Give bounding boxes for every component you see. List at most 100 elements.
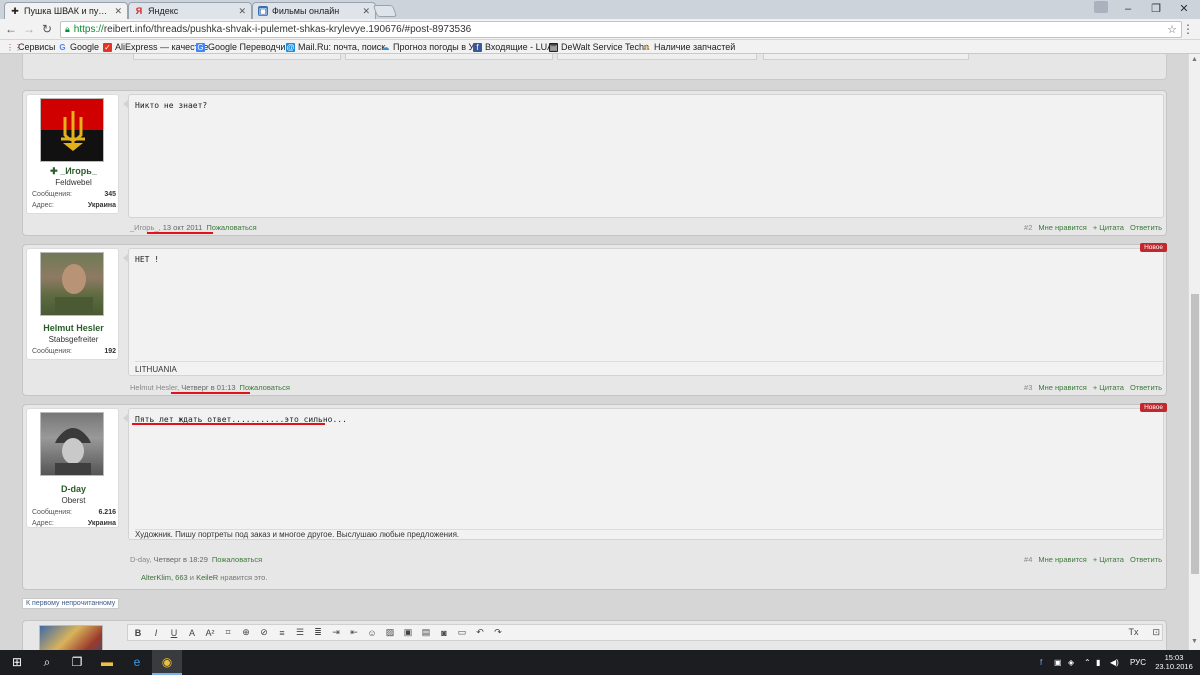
bookmark-google[interactable]: G Google bbox=[58, 41, 99, 53]
bookmark-apps[interactable]: ⋮⋮ Сервисы bbox=[6, 41, 55, 53]
task-view-icon[interactable]: ❐ bbox=[62, 650, 92, 675]
scrollbar-thumb[interactable] bbox=[1191, 294, 1199, 574]
volume-icon[interactable]: ◀) bbox=[1110, 650, 1119, 675]
close-icon[interactable]: ✕ bbox=[114, 6, 122, 17]
underline-icon[interactable]: U bbox=[168, 628, 180, 638]
post-date[interactable]: Четверг в 01:13 bbox=[181, 383, 235, 392]
browser-tab-1[interactable]: ✚ Пушка ШВАК и пулемет ✕ bbox=[4, 2, 128, 19]
chrome-browser-icon[interactable]: ◉ bbox=[152, 650, 182, 675]
username[interactable]: D-day bbox=[27, 484, 120, 494]
font-family-icon[interactable]: ⌗ bbox=[222, 627, 234, 638]
message-text: Никто не знает? bbox=[135, 101, 208, 110]
post-date[interactable]: Четверг в 18:29 bbox=[154, 555, 208, 564]
scroll-up-icon[interactable]: ▲ bbox=[1191, 56, 1198, 63]
profile-icon[interactable] bbox=[1094, 1, 1108, 13]
meta-author[interactable]: Helmut Hesler bbox=[130, 383, 177, 392]
search-icon[interactable]: ⌕ bbox=[32, 650, 62, 675]
meta-author[interactable]: D-day bbox=[130, 555, 149, 564]
report-link[interactable]: Пожаловаться bbox=[240, 383, 290, 392]
link-icon[interactable]: ⊕ bbox=[240, 627, 252, 638]
align-icon[interactable]: ≡ bbox=[276, 628, 288, 638]
bookmark-translate[interactable]: G Google Переводчик bbox=[196, 41, 289, 53]
close-icon[interactable]: ✕ bbox=[238, 6, 246, 17]
minimize-icon[interactable]: – bbox=[1114, 0, 1142, 18]
bookmark-parts[interactable]: ⚠ Наличие запчастей bbox=[642, 41, 735, 53]
post-number[interactable]: #2 bbox=[1024, 223, 1032, 232]
likes-users[interactable]: AlterKlim, 663 bbox=[141, 573, 188, 582]
unlink-icon[interactable]: ⊘ bbox=[258, 627, 270, 638]
quote-button[interactable]: + Цитата bbox=[1093, 223, 1124, 232]
avatar[interactable] bbox=[40, 412, 104, 476]
toggle-bbcode-icon[interactable]: ⊡ bbox=[1152, 627, 1160, 638]
bookmark-mail[interactable]: @ Mail.Ru: почта, поиск bbox=[286, 41, 385, 53]
post-number[interactable]: #3 bbox=[1024, 383, 1032, 392]
username[interactable]: ✚ _Игорь_ bbox=[27, 166, 120, 177]
save-draft-icon[interactable]: ▭ bbox=[456, 627, 468, 638]
like-button[interactable]: Мне нравится bbox=[1038, 555, 1086, 564]
reply-button[interactable]: Ответить bbox=[1130, 555, 1162, 564]
avatar[interactable] bbox=[40, 98, 104, 162]
menu-icon[interactable]: ⋮ bbox=[1182, 22, 1194, 36]
bookmark-inbox[interactable]: f Входящие - LUA bbox=[473, 41, 553, 53]
bullet-list-icon[interactable]: ☰ bbox=[294, 627, 306, 638]
outdent-icon[interactable]: ⇤ bbox=[348, 627, 360, 638]
likes-user[interactable]: KeileR bbox=[196, 573, 218, 582]
browser-tab-3[interactable]: ▣ Фильмы онлайн ✕ bbox=[252, 2, 376, 19]
forward-icon[interactable]: → bbox=[22, 22, 36, 36]
tray-icon[interactable]: ▣ bbox=[1054, 650, 1062, 675]
close-window-icon[interactable]: ✕ bbox=[1170, 0, 1198, 18]
italic-icon[interactable]: I bbox=[150, 628, 162, 638]
bookmark-dewalt[interactable]: ▤ DeWalt Service Techn bbox=[549, 41, 649, 53]
chevron-up-icon[interactable]: ⌃ bbox=[1084, 650, 1091, 675]
tray-icon[interactable]: ◈ bbox=[1068, 650, 1074, 675]
bookmark-aliexpress[interactable]: ✓ AliExpress — качестве bbox=[103, 41, 208, 53]
smiley-icon[interactable]: ☺ bbox=[366, 628, 378, 638]
redo-icon[interactable]: ↷ bbox=[492, 627, 504, 638]
restore-icon[interactable]: ❐ bbox=[1142, 0, 1170, 18]
like-button[interactable]: Мне нравится bbox=[1038, 223, 1086, 232]
bold-icon[interactable]: B bbox=[132, 628, 144, 638]
post-date[interactable]: 13 окт 2011 bbox=[163, 223, 203, 232]
numbered-list-icon[interactable]: ≣ bbox=[312, 627, 324, 638]
undo-icon[interactable]: ↶ bbox=[474, 627, 486, 638]
image-icon[interactable]: ▨ bbox=[384, 627, 396, 638]
reply-button[interactable]: Ответить bbox=[1130, 383, 1162, 392]
meta-author[interactable]: _Игорь_ bbox=[130, 223, 159, 232]
new-badge: Новое bbox=[1140, 403, 1167, 412]
browser-tab-2[interactable]: Я Яндекс ✕ bbox=[128, 2, 252, 19]
reply-button[interactable]: Ответить bbox=[1130, 223, 1162, 232]
media-icon[interactable]: ▣ bbox=[402, 627, 414, 638]
address-bar[interactable]: 🔒︎ https:// reibert.info/threads/pushka-… bbox=[60, 21, 1182, 38]
first-unread-link[interactable]: К первому непрочитанному bbox=[22, 598, 120, 609]
bookmark-weather[interactable]: ☁ Прогноз погоды в Ук bbox=[381, 41, 478, 53]
report-link[interactable]: Пожаловаться bbox=[212, 555, 262, 564]
report-link[interactable]: Пожаловаться bbox=[206, 223, 256, 232]
edge-browser-icon[interactable]: e bbox=[122, 650, 152, 675]
post-number[interactable]: #4 bbox=[1024, 555, 1032, 564]
close-icon[interactable]: ✕ bbox=[362, 6, 370, 17]
font-size-icon[interactable]: A² bbox=[204, 628, 216, 638]
back-icon[interactable]: ← bbox=[4, 22, 18, 36]
new-tab-button[interactable] bbox=[372, 5, 398, 17]
camera-icon[interactable]: ◙ bbox=[438, 628, 450, 638]
like-button[interactable]: Мне нравится bbox=[1038, 383, 1086, 392]
network-icon[interactable]: ▮ bbox=[1096, 650, 1100, 675]
font-color-icon[interactable]: A bbox=[186, 628, 198, 638]
windows-start-icon[interactable]: ⊞ bbox=[2, 650, 32, 675]
post-actions: #4 Мне нравится + Цитата Ответить bbox=[1024, 555, 1162, 564]
bookmark-star-icon[interactable]: ☆ bbox=[1167, 23, 1177, 36]
username[interactable]: Helmut Hesler bbox=[27, 323, 120, 333]
scroll-down-icon[interactable]: ▼ bbox=[1191, 638, 1198, 645]
indent-icon[interactable]: ⇥ bbox=[330, 627, 342, 638]
code-icon[interactable]: ▤ bbox=[420, 627, 432, 638]
language-indicator[interactable]: РУС bbox=[1130, 650, 1146, 675]
reload-icon[interactable]: ↻ bbox=[40, 22, 54, 36]
quote-button[interactable]: + Цитата bbox=[1093, 555, 1124, 564]
page-scrollbar[interactable]: ▲ ▼ bbox=[1188, 54, 1200, 650]
remove-format-icon[interactable]: Tx bbox=[1128, 627, 1138, 638]
quote-button[interactable]: + Цитата bbox=[1093, 383, 1124, 392]
file-explorer-icon[interactable]: ▬ bbox=[92, 650, 122, 675]
avatar[interactable] bbox=[40, 252, 104, 316]
facebook-tray-icon[interactable]: f bbox=[1040, 650, 1042, 675]
clock[interactable]: 15:03 23.10.2016 bbox=[1152, 653, 1196, 671]
